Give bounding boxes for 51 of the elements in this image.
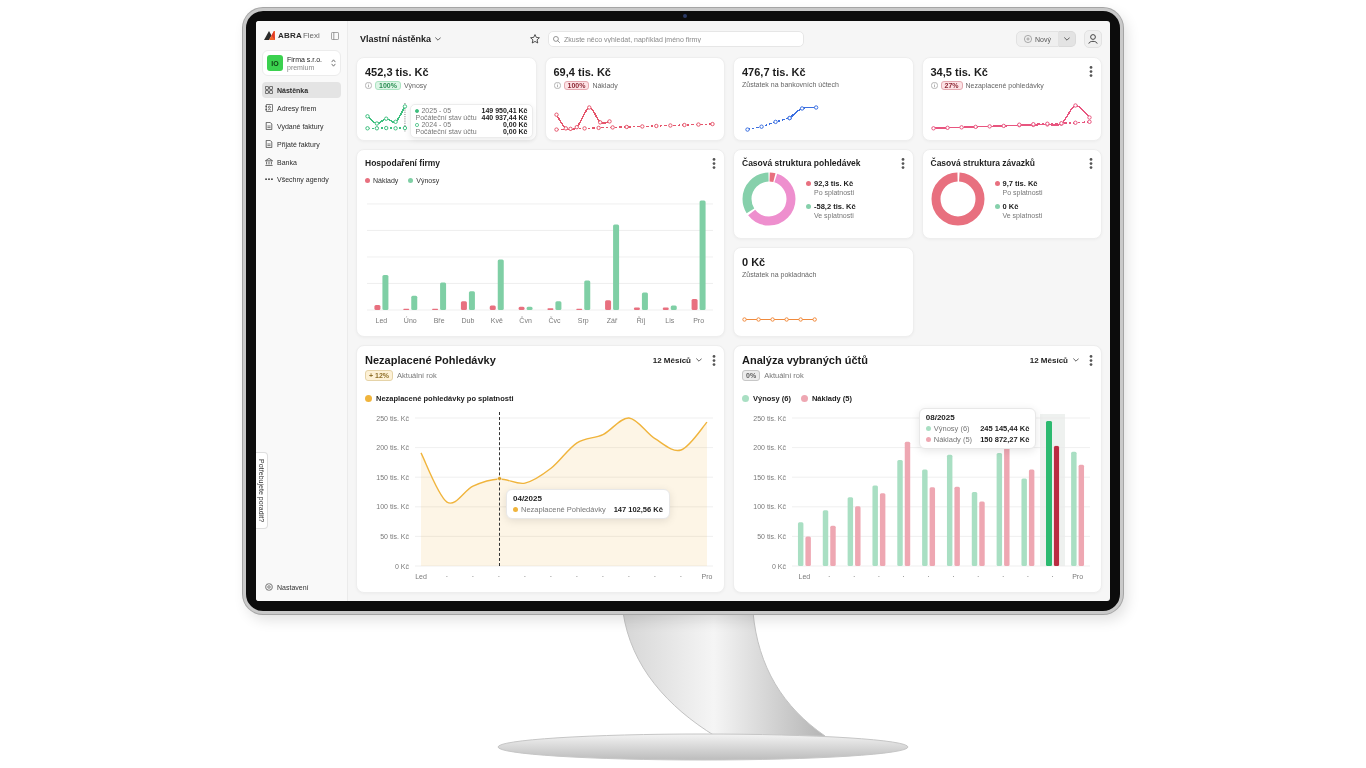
card-title: Analýza vybraných účtů bbox=[742, 354, 868, 366]
star-icon[interactable] bbox=[530, 34, 540, 44]
point-marker-icon bbox=[415, 122, 420, 127]
address-book-icon bbox=[265, 104, 273, 112]
card-title: Časová struktura závazků bbox=[930, 158, 1035, 168]
document-icon bbox=[265, 122, 273, 130]
point-marker-icon bbox=[496, 476, 502, 482]
tooltip-title: 08/2025 bbox=[925, 413, 956, 422]
point-marker-icon bbox=[415, 108, 420, 113]
kpi-value: 0 Kč bbox=[742, 256, 767, 268]
donut-chart bbox=[930, 172, 985, 226]
donut-chart bbox=[742, 172, 796, 226]
menu-dots-icon[interactable] bbox=[900, 158, 905, 169]
menu-dots-icon[interactable] bbox=[1089, 354, 1093, 366]
logo-product: Flexi bbox=[302, 31, 320, 40]
camera-icon bbox=[683, 14, 687, 18]
search-icon bbox=[553, 35, 560, 43]
info-icon bbox=[553, 82, 561, 89]
sidebar-toggle-icon[interactable] bbox=[331, 31, 339, 40]
kpi-value: 34,5 tis. Kč bbox=[930, 66, 988, 78]
user-button[interactable] bbox=[1084, 30, 1102, 48]
user-icon bbox=[1088, 34, 1098, 44]
gear-icon bbox=[265, 583, 273, 591]
chevron-down-icon bbox=[435, 37, 442, 41]
document-icon bbox=[265, 140, 273, 148]
period-dropdown[interactable]: 12 Měsíců bbox=[652, 355, 702, 365]
tooltip-title: 04/2025 bbox=[513, 493, 543, 503]
bank-icon bbox=[265, 158, 273, 166]
menu-dots-icon[interactable] bbox=[1089, 66, 1093, 77]
grid-icon bbox=[265, 86, 273, 94]
card-title: Časová struktura pohledávek bbox=[742, 158, 861, 168]
kpi-value: 476,7 tis. Kč bbox=[742, 66, 806, 78]
chevron-down-icon bbox=[696, 358, 702, 362]
chevron-down-icon bbox=[1064, 37, 1070, 41]
updown-chevron-icon bbox=[331, 59, 336, 67]
info-icon bbox=[930, 82, 938, 89]
menu-dots-icon[interactable] bbox=[712, 158, 716, 169]
period-dropdown[interactable]: 12 Měsíců bbox=[1029, 355, 1079, 365]
card-title: Hospodaření firmy bbox=[365, 158, 441, 168]
plus-circle-icon bbox=[1024, 35, 1033, 43]
menu-dots-icon[interactable] bbox=[1089, 158, 1093, 169]
card-title: Nezaplacené Pohledávky bbox=[365, 354, 496, 366]
chevron-down-icon bbox=[1073, 358, 1079, 362]
menu-dots-icon[interactable] bbox=[712, 354, 716, 366]
kpi-value: 69,4 tis. Kč bbox=[553, 66, 611, 78]
logo-brand: ABRA bbox=[278, 31, 302, 40]
kpi-value: 452,3 tis. Kč bbox=[365, 66, 429, 78]
more-dots-icon bbox=[265, 178, 273, 181]
logo-icon bbox=[264, 31, 275, 40]
info-icon bbox=[365, 82, 372, 89]
dashboard-selector[interactable]: Vlastní nástěnka bbox=[356, 34, 522, 44]
